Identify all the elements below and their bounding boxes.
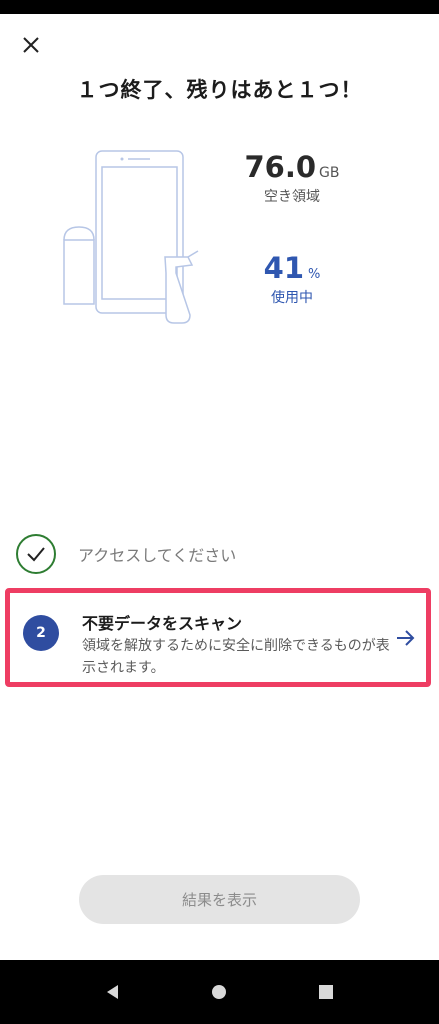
nav-home-icon [212,985,227,999]
step-access-complete: アクセスしてください [16,533,426,575]
phone-cleaning-illustration [63,150,199,324]
step-scan-description: 領域を解放するために安全に削除できるものが表示されます。 [82,638,390,676]
step-scan-title: 不要データをスキャン [82,614,243,633]
free-space-stat: 76.0 GB 空き領域 [222,150,362,206]
status-bar [0,0,439,14]
page-title: １つ終了、残りはあと１つ！ [76,78,363,102]
free-space-value: 76.0 [244,150,317,184]
step-complete-badge [16,534,56,574]
arrow-right-icon [397,630,415,646]
step-access-label: アクセスしてください [78,546,237,565]
step-number-badge: 2 [23,615,59,651]
close-button[interactable] [14,28,48,62]
checkmark-icon [27,547,45,562]
used-space-value: 41 [263,251,304,285]
nav-back-button[interactable] [93,972,133,1012]
system-nav-bar [0,960,439,1024]
nav-back-icon [107,985,119,999]
used-space-caption: 使用中 [271,290,313,306]
close-icon [23,37,39,53]
free-space-caption: 空き領域 [264,189,320,205]
nav-home-button[interactable] [199,972,239,1012]
screen: １つ終了、残りはあと１つ！ 76.0 GB 空き領域 41% 使用中 アクセスして… [0,0,439,1024]
free-space-unit: GB [319,165,340,181]
used-space-unit: % [308,267,321,282]
show-results-button[interactable]: 結果を表示 [79,875,360,924]
nav-recents-button[interactable] [306,972,346,1012]
used-space-stat: 41% 使用中 [222,251,362,307]
nav-recents-icon [318,985,333,999]
step-scan-junk[interactable]: 2 不要データをスキャン 領域を解放するために安全に削除できるものが表示されます… [5,588,431,687]
